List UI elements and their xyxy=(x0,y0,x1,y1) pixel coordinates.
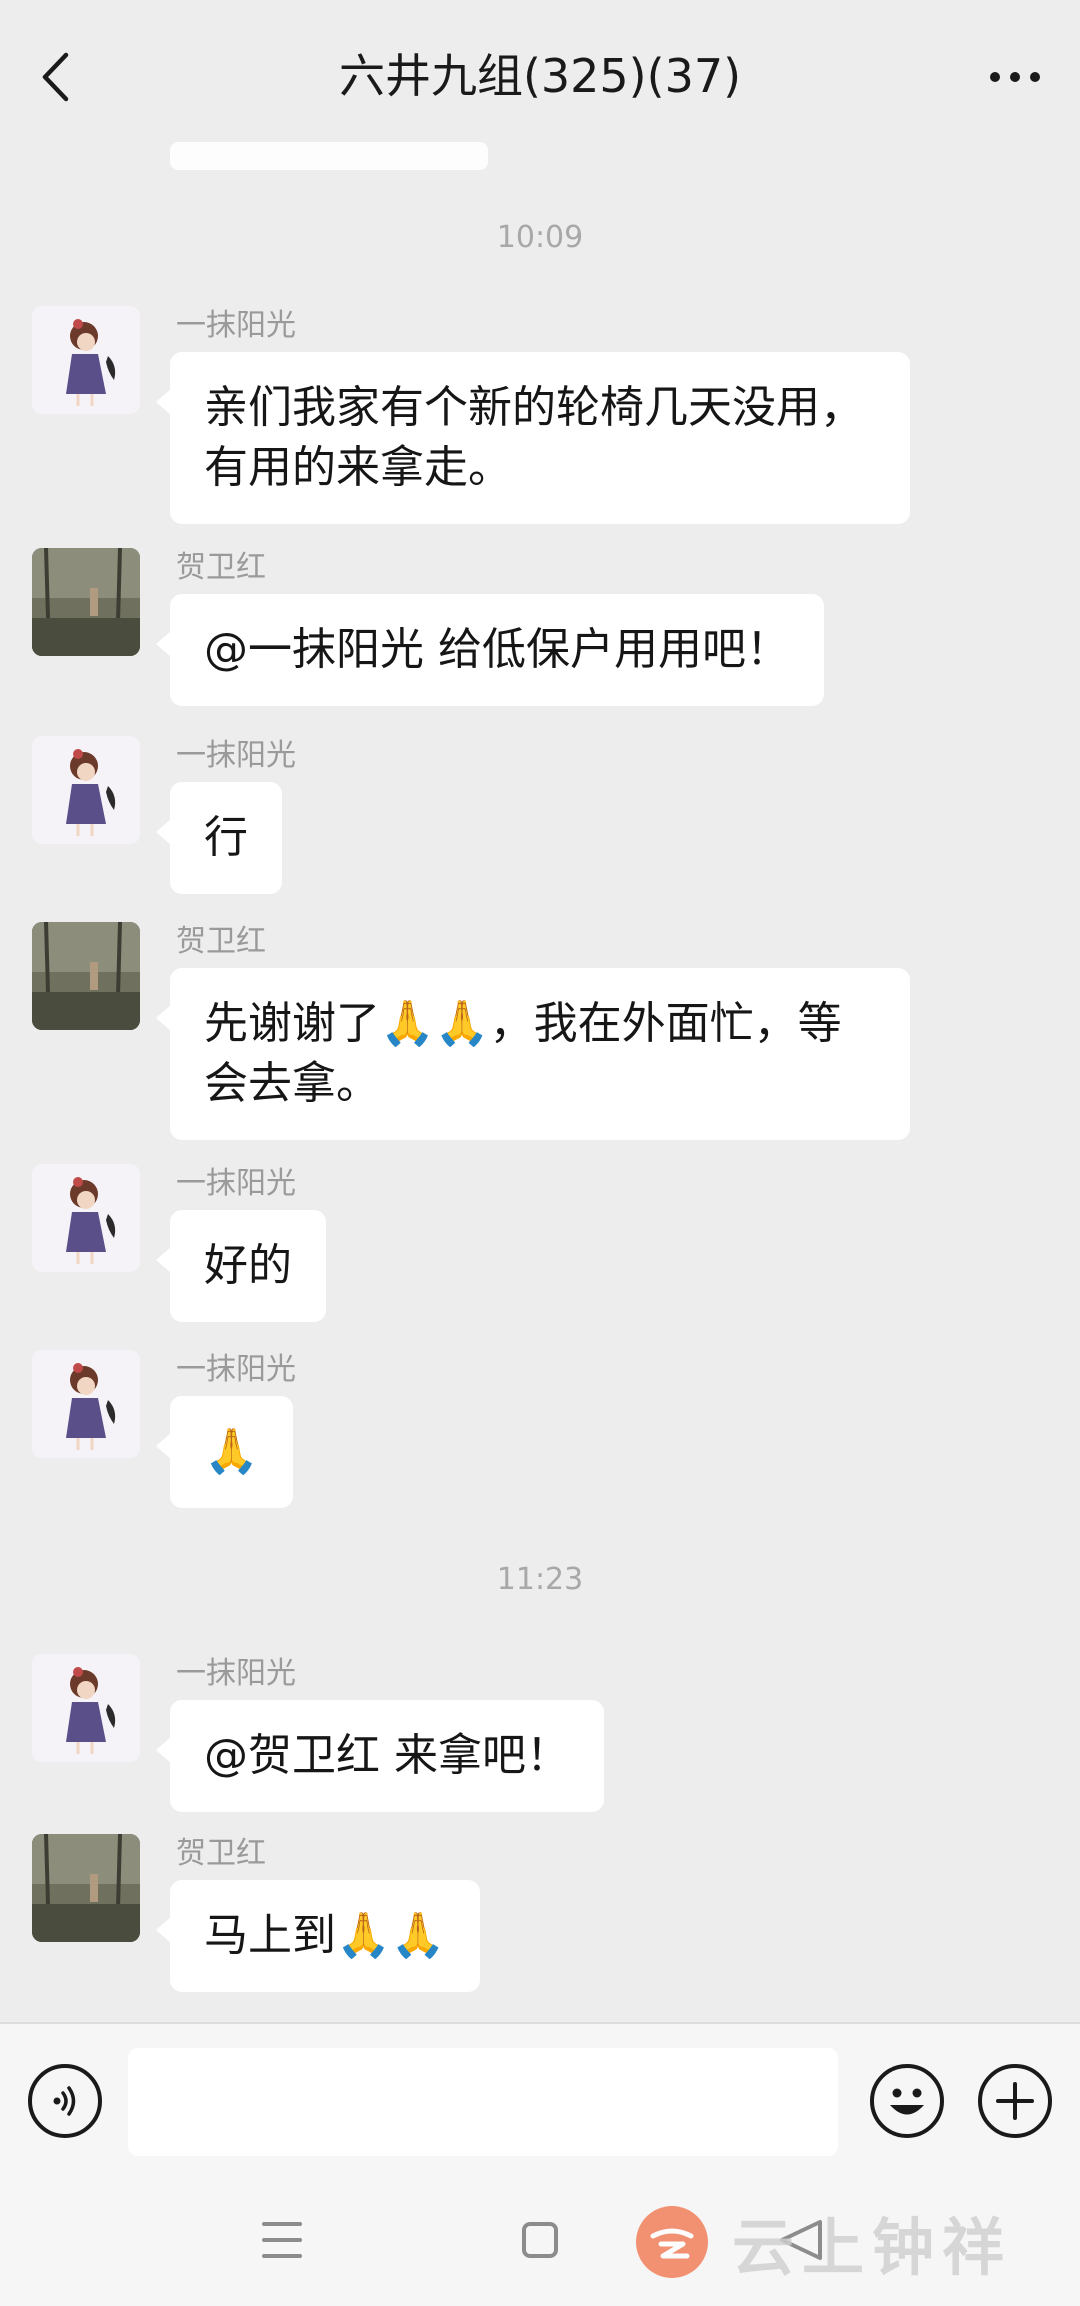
sender-name: 一抹阳光 xyxy=(176,1656,296,1691)
message-bubble[interactable]: 🙏 xyxy=(156,1396,293,1508)
timestamp: 11:23 xyxy=(496,1562,584,1597)
menu-line xyxy=(262,2254,302,2258)
message-bubble[interactable]: @贺卫红 来拿吧！ xyxy=(156,1700,604,1812)
avatar[interactable] xyxy=(32,1350,140,1458)
watermark-logo-icon xyxy=(636,2206,708,2278)
girl-avatar-icon xyxy=(66,319,116,406)
avatar[interactable] xyxy=(32,1654,140,1762)
sender-name: 一抹阳光 xyxy=(176,1166,296,1201)
partial-message-bubble xyxy=(170,142,488,170)
message-bubble[interactable]: @一抹阳光 给低保户用用吧！ xyxy=(156,594,824,706)
more-options-button[interactable] xyxy=(980,52,1050,102)
watermark: 云上钟祥 xyxy=(636,2202,1012,2284)
plus-button[interactable] xyxy=(978,2064,1052,2138)
sender-name: 贺卫红 xyxy=(176,550,266,585)
sender-name: 贺卫红 xyxy=(176,924,266,959)
chat-header: 六井九组(325)(37) xyxy=(0,0,1080,150)
message-text-input[interactable] xyxy=(128,2048,838,2156)
avatar[interactable] xyxy=(32,1164,140,1272)
timestamp: 10:09 xyxy=(496,220,584,255)
sender-name: 一抹阳光 xyxy=(176,308,296,343)
sender-name: 一抹阳光 xyxy=(176,1352,296,1387)
home-button[interactable] xyxy=(522,2222,558,2258)
chat-message-list[interactable]: 10:09 一抹阳光 亲们我家有个新的轮椅几天没用， 有用的来拿走。 贺卫红 @… xyxy=(0,130,1080,2020)
system-navigation-bar: 云上钟祥 xyxy=(0,2178,1080,2306)
sender-name: 一抹阳光 xyxy=(176,738,296,773)
girl-avatar-icon xyxy=(66,1363,116,1450)
avatar[interactable] xyxy=(32,548,140,656)
voice-button[interactable] xyxy=(28,2064,102,2138)
girl-avatar-icon xyxy=(66,749,116,836)
message-bubble[interactable]: 亲们我家有个新的轮椅几天没用， 有用的来拿走。 xyxy=(156,352,910,524)
message-bubble[interactable]: 先谢谢了🙏🙏，我在外面忙，等 会去拿。 xyxy=(156,968,910,1140)
emoji-icon xyxy=(890,2088,924,2115)
message-bubble[interactable]: 行 xyxy=(156,782,282,894)
avatar[interactable] xyxy=(32,922,140,1030)
girl-avatar-icon xyxy=(66,1667,116,1754)
watermark-text: 云上钟祥 xyxy=(732,2211,1013,2284)
avatar[interactable] xyxy=(32,306,140,414)
landscape-avatar-icon xyxy=(32,1834,140,1942)
menu-line xyxy=(262,2222,302,2226)
plus-icon xyxy=(996,2082,1034,2120)
landscape-avatar-icon xyxy=(32,922,140,1030)
more-dots-icon xyxy=(990,72,1040,82)
message-bubble[interactable]: 马上到🙏🙏 xyxy=(156,1880,480,1992)
emoji-button[interactable] xyxy=(870,2064,944,2138)
chat-title: 六井九组(325)(37) xyxy=(338,49,742,103)
landscape-avatar-icon xyxy=(32,548,140,656)
message-bubble[interactable]: 好的 xyxy=(156,1210,326,1322)
avatar[interactable] xyxy=(32,1834,140,1942)
girl-avatar-icon xyxy=(66,1177,116,1264)
message-input-bar xyxy=(0,2022,1080,2178)
sender-name: 贺卫红 xyxy=(176,1836,266,1871)
voice-icon xyxy=(53,2086,76,2116)
menu-line xyxy=(262,2238,302,2242)
avatar[interactable] xyxy=(32,736,140,844)
recent-apps-button[interactable] xyxy=(262,2222,302,2258)
